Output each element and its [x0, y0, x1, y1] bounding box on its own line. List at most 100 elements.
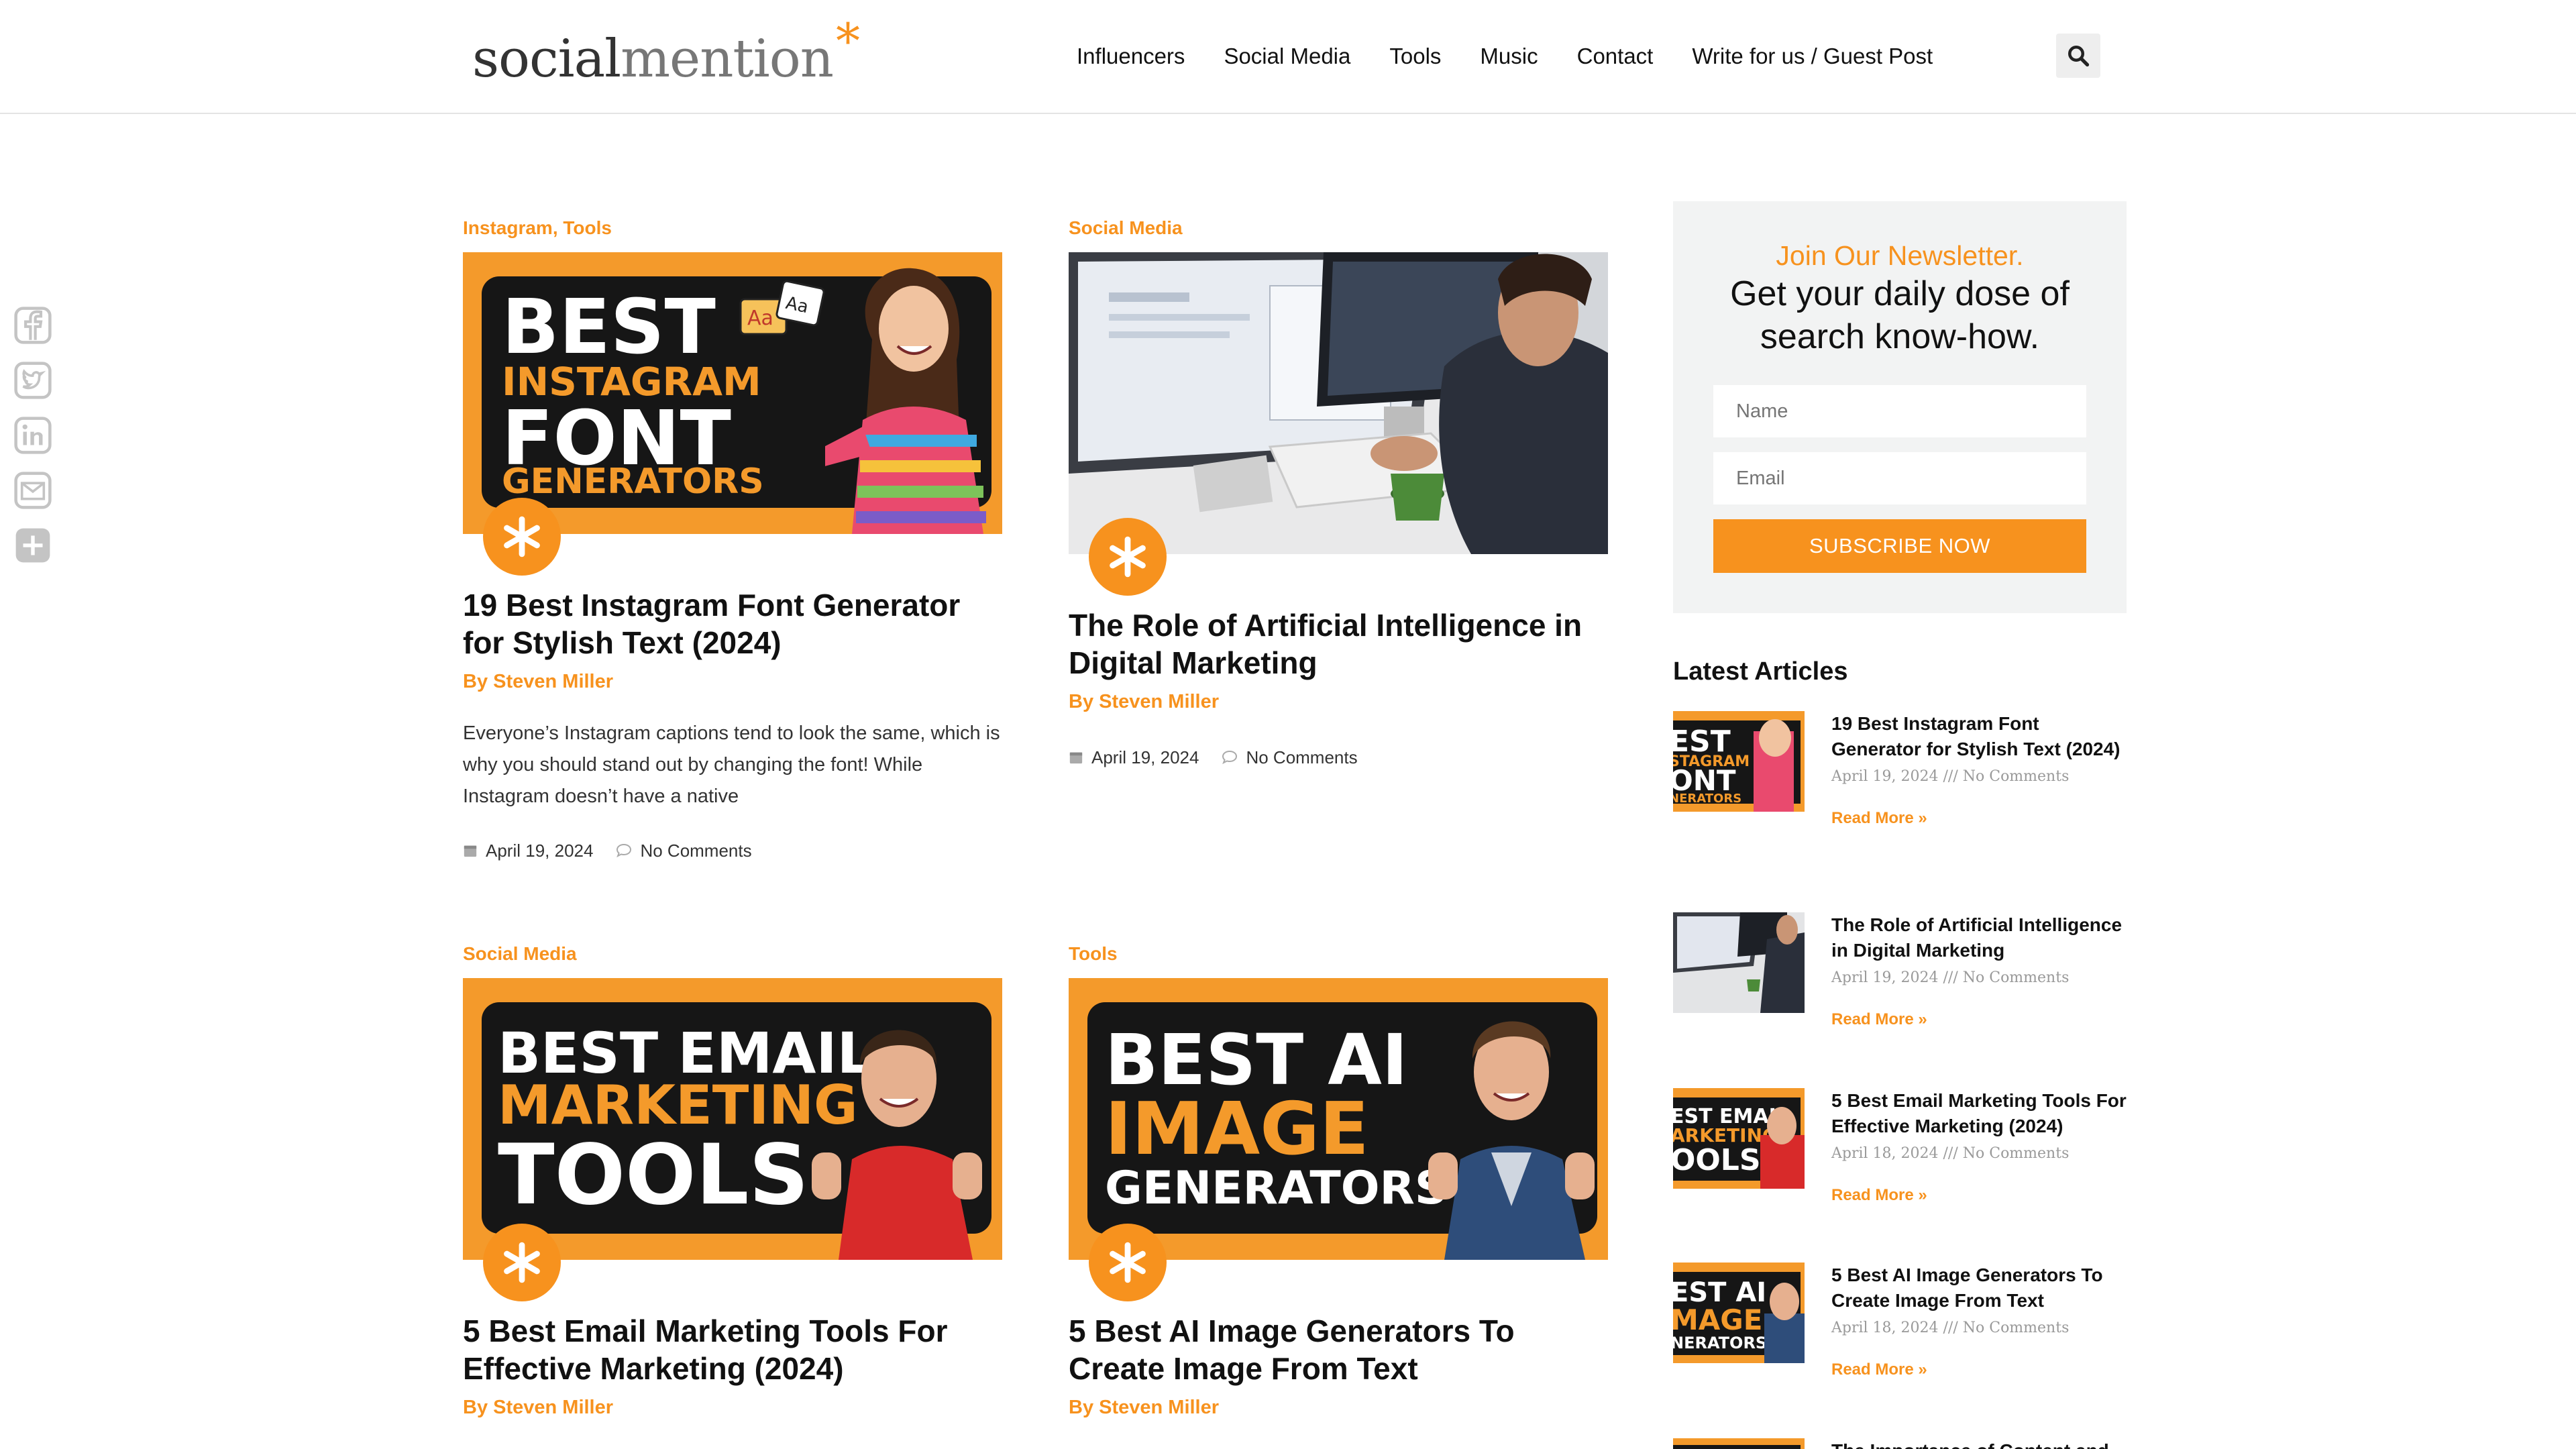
- post-category[interactable]: Social Media: [463, 942, 1002, 966]
- post-card: Social Media BEST EMAIL MARKETING TOOLS …: [463, 942, 1002, 1421]
- post-category[interactable]: Social Media: [1069, 216, 1608, 240]
- post-meta: April 19, 2024 No Comments: [463, 839, 1002, 862]
- post-author[interactable]: By Steven Miller: [463, 1394, 1002, 1421]
- nav-social-media[interactable]: Social Media: [1224, 38, 1350, 75]
- latest-article-meta: April 18, 2024 /// No Comments: [1831, 1145, 2070, 1162]
- post-author[interactable]: By Steven Miller: [1069, 1394, 1608, 1421]
- post-author[interactable]: By Steven Miller: [1069, 688, 1608, 715]
- svg-text:MAGE: MAGE: [1673, 1303, 1762, 1336]
- read-more-link[interactable]: Read More »: [1831, 1185, 2129, 1206]
- post-title[interactable]: 5 Best AI Image Generators To Create Ima…: [1069, 1312, 1608, 1387]
- share-bar: [11, 303, 55, 568]
- logo-text-social: social: [472, 29, 621, 89]
- newsletter-box: Join Our Newsletter. Get your daily dose…: [1673, 201, 2127, 613]
- nav-tools[interactable]: Tools: [1389, 38, 1441, 75]
- latest-article-thumbnail[interactable]: EST EMAIL ARKETING OOLS: [1673, 1088, 1805, 1189]
- person-illustration: [812, 1030, 982, 1260]
- logo-text-mention: mention: [621, 29, 834, 89]
- site-logo[interactable]: socialmention*: [472, 13, 860, 93]
- email-icon[interactable]: [11, 468, 55, 513]
- post-card: Tools BEST AI IMAGE GENERATORS 5 Best AI…: [1069, 942, 1608, 1421]
- latest-article-meta: April 19, 2024 /// No Comments: [1831, 768, 2070, 785]
- svg-text:NERATORS: NERATORS: [1673, 792, 1741, 806]
- thumbnail-line: GENERATORS: [1105, 1162, 1448, 1215]
- latest-article-thumbnail[interactable]: [1673, 912, 1805, 1013]
- post-thumbnail[interactable]: BEST EMAIL MARKETING TOOLS: [463, 978, 1002, 1301]
- person-illustration: [825, 268, 986, 534]
- nav-music[interactable]: Music: [1480, 38, 1538, 75]
- svg-text:Aa: Aa: [747, 307, 773, 330]
- twitter-icon[interactable]: [11, 358, 55, 402]
- latest-articles-heading: Latest Articles: [1673, 657, 1848, 686]
- logo-star: *: [835, 13, 860, 69]
- svg-text:NERATORS: NERATORS: [1673, 1334, 1767, 1352]
- comment-icon: [616, 843, 632, 858]
- facebook-icon[interactable]: [11, 303, 55, 347]
- thumbnail-line: BEST: [502, 284, 716, 371]
- person-illustration: [1428, 1021, 1595, 1260]
- latest-article-meta: April 19, 2024 /// No Comments: [1831, 969, 2070, 986]
- latest-article-title[interactable]: 5 Best Email Marketing Tools For Effecti…: [1831, 1088, 2129, 1139]
- thumbnail-graphic: BEST AI IMAGE GENERATORS: [1069, 978, 1608, 1260]
- thumbnail-line: IMAGE: [1105, 1087, 1369, 1171]
- post-comments[interactable]: No Comments: [1246, 746, 1357, 769]
- latest-article-thumbnail[interactable]: EST AI MAGE NERATORS: [1673, 1263, 1805, 1363]
- post-card: Instagram, Tools BEST INSTAGRAM FONT GEN…: [463, 216, 1002, 862]
- post-date: April 19, 2024: [486, 841, 594, 861]
- calendar-icon: [1069, 752, 1083, 764]
- post-card: Social Media The Role of Artificial Inte…: [1069, 216, 1608, 769]
- latest-article-thumbnail[interactable]: EST STAGRAM ONT NERATORS: [1673, 711, 1805, 812]
- post-date: April 19, 2024: [1091, 747, 1199, 767]
- thumbnail-graphic: BEST EMAIL MARKETING TOOLS: [463, 978, 1002, 1260]
- post-thumbnail[interactable]: [1069, 252, 1608, 596]
- newsletter-kicker: Join Our Newsletter.: [1776, 240, 2024, 271]
- linkedin-icon[interactable]: [11, 413, 55, 458]
- asterisk-badge-icon: [483, 498, 561, 576]
- thumbnail-line: BEST AI: [1105, 1019, 1408, 1101]
- post-category[interactable]: Tools: [1069, 942, 1608, 966]
- font-book-icon: Aa Aa: [739, 280, 825, 335]
- search-icon: [2068, 46, 2090, 67]
- asterisk-badge-icon: [483, 1224, 561, 1301]
- thumbnail-line: TOOLS: [498, 1127, 809, 1224]
- latest-article-meta: April 18, 2024 /// No Comments: [1831, 1320, 2070, 1336]
- calendar-icon: [464, 845, 477, 857]
- post-excerpt: Everyone’s Instagram captions tend to lo…: [463, 722, 1000, 807]
- latest-article-title[interactable]: 5 Best AI Image Generators To Create Ima…: [1831, 1263, 2129, 1313]
- office-photo: [1069, 252, 1608, 554]
- latest-article-title[interactable]: 19 Best Instagram Font Generator for Sty…: [1831, 711, 2129, 762]
- asterisk-badge-icon: [1089, 518, 1167, 596]
- thumbnail-graphic: BEST INSTAGRAM FONT GENERATORS Aa Aa: [463, 252, 1002, 534]
- latest-article: The Importance of Content and: [1673, 1438, 2129, 1449]
- nav-influencers[interactable]: Influencers: [1077, 38, 1185, 75]
- post-title[interactable]: 5 Best Email Marketing Tools For Effecti…: [463, 1312, 1002, 1387]
- site-header: socialmention* Influencers Social Media …: [0, 0, 2576, 114]
- post-author[interactable]: By Steven Miller: [463, 668, 1002, 695]
- name-field[interactable]: [1713, 385, 2086, 437]
- subscribe-button[interactable]: SUBSCRIBE NOW: [1713, 519, 2086, 573]
- read-more-link[interactable]: Read More »: [1831, 808, 2129, 829]
- nav-write-for-us[interactable]: Write for us / Guest Post: [1692, 38, 1933, 75]
- search-button[interactable]: [2056, 34, 2100, 78]
- svg-text:OOLS: OOLS: [1673, 1143, 1761, 1177]
- nav-contact[interactable]: Contact: [1577, 38, 1654, 75]
- email-field[interactable]: [1713, 452, 2086, 504]
- post-comments[interactable]: No Comments: [640, 839, 751, 862]
- comment-icon: [1222, 750, 1238, 765]
- post-meta: April 19, 2024 No Comments: [1069, 746, 1608, 769]
- post-title[interactable]: 19 Best Instagram Font Generator for Sty…: [463, 586, 1002, 661]
- latest-article-title[interactable]: The Importance of Content and: [1831, 1438, 2129, 1449]
- latest-article-title[interactable]: The Role of Artificial Intelligence in D…: [1831, 912, 2129, 963]
- share-plus-icon[interactable]: [11, 523, 55, 568]
- thumbnail-line: GENERATORS: [502, 462, 764, 502]
- latest-article-thumbnail[interactable]: [1673, 1438, 1805, 1449]
- post-title[interactable]: The Role of Artificial Intelligence in D…: [1069, 606, 1608, 682]
- asterisk-badge-icon: [1089, 1224, 1167, 1301]
- post-category[interactable]: Instagram, Tools: [463, 216, 1002, 240]
- read-more-link[interactable]: Read More »: [1831, 1359, 2129, 1381]
- post-thumbnail[interactable]: BEST INSTAGRAM FONT GENERATORS Aa Aa: [463, 252, 1002, 576]
- newsletter-headline: Get your daily dose of search know-how.: [1730, 274, 2070, 356]
- read-more-link[interactable]: Read More »: [1831, 1009, 2129, 1030]
- main-nav: Influencers Social Media Tools Music Con…: [1077, 38, 1933, 75]
- post-thumbnail[interactable]: BEST AI IMAGE GENERATORS: [1069, 978, 1608, 1301]
